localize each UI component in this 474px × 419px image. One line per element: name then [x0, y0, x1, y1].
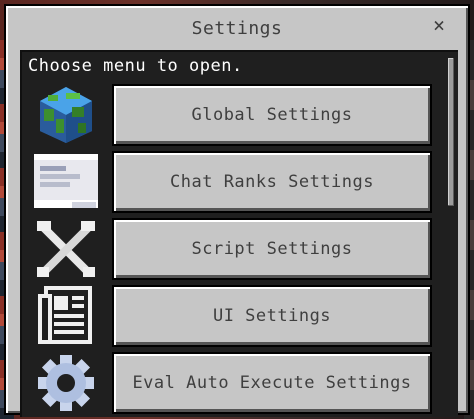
eval-auto-execute-settings-button[interactable]: Eval Auto Execute Settings	[112, 352, 432, 414]
chat-window-icon	[28, 151, 104, 213]
globe-icon	[28, 84, 104, 146]
menu-row-script: Script Settings	[28, 218, 432, 280]
close-button[interactable]: ×	[428, 14, 450, 36]
menu-row-ui: UI Settings	[28, 285, 432, 347]
tools-icon	[28, 218, 104, 280]
menu-panel: Choose menu to open. Global Settings Cha…	[20, 50, 458, 417]
document-icon	[28, 285, 104, 347]
menu-row-eval-auto-execute: Eval Auto Execute Settings	[28, 352, 432, 414]
script-settings-button[interactable]: Script Settings	[112, 218, 432, 280]
global-settings-button[interactable]: Global Settings	[112, 84, 432, 146]
settings-dialog: Settings × Choose menu to open. Global S…	[4, 4, 470, 417]
ui-settings-button[interactable]: UI Settings	[112, 285, 432, 347]
menu-row-chat-ranks: Chat Ranks Settings	[28, 151, 432, 213]
scrollbar-thumb[interactable]	[448, 58, 454, 206]
dialog-title: Settings	[191, 18, 283, 39]
menu-prompt: Choose menu to open.	[28, 56, 243, 76]
chat-ranks-settings-button[interactable]: Chat Ranks Settings	[112, 151, 432, 213]
gear-icon	[28, 352, 104, 414]
menu-row-global: Global Settings	[28, 84, 432, 146]
